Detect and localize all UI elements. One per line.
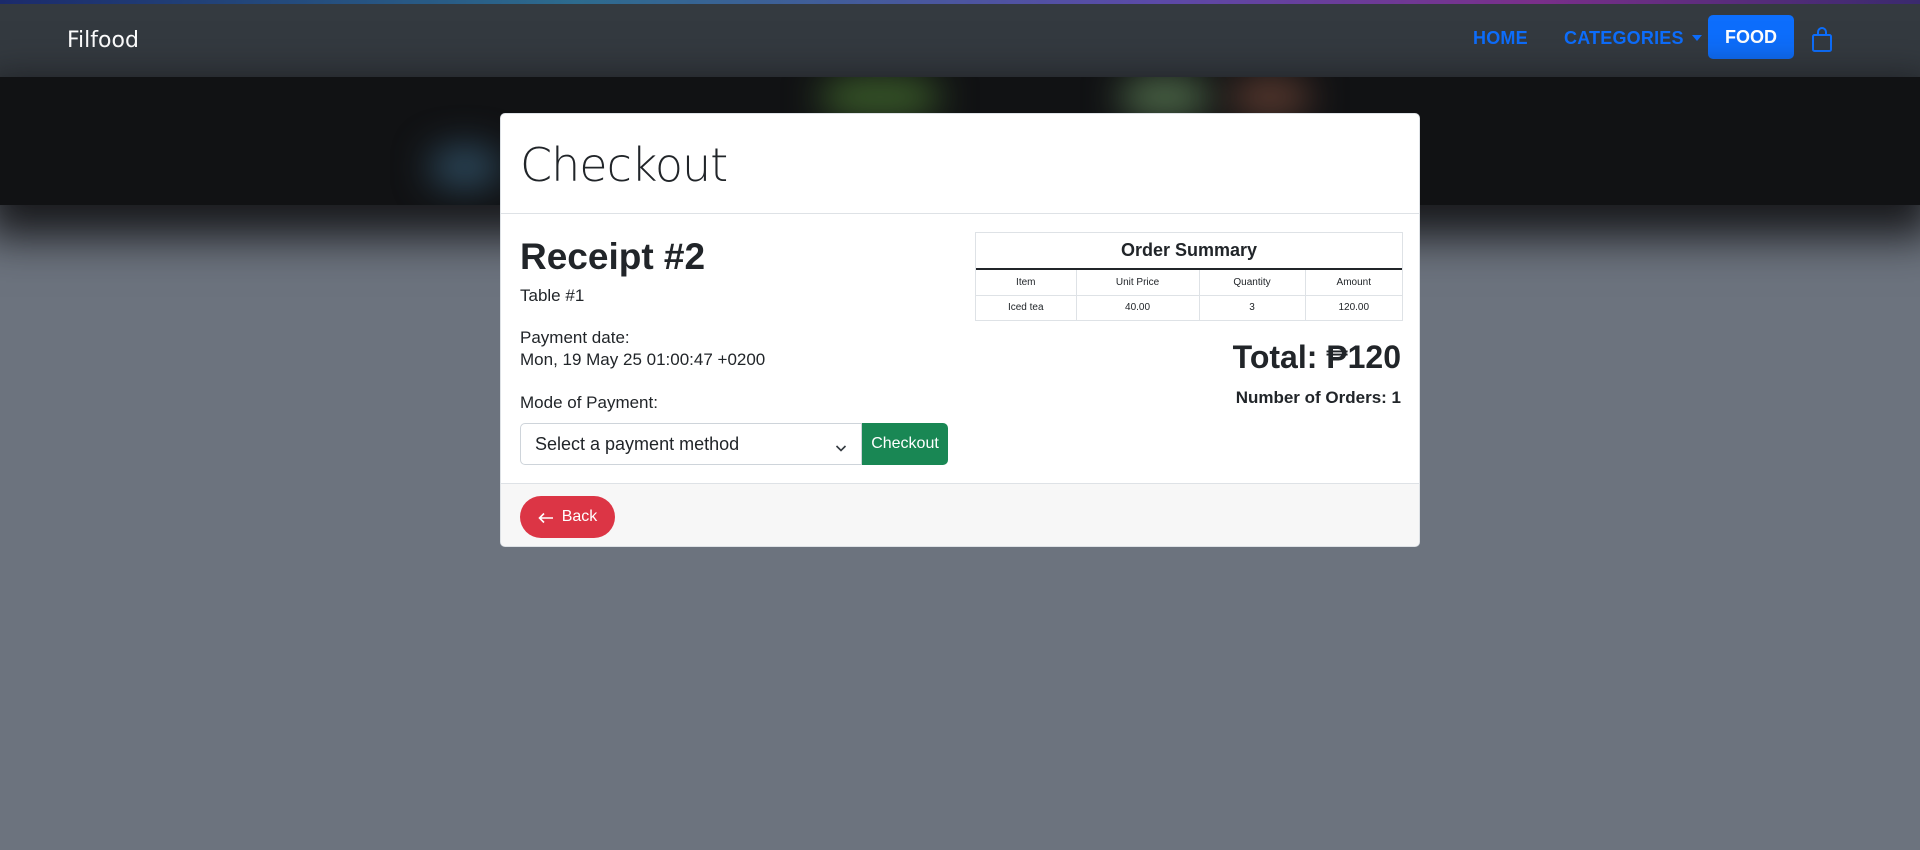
payment-date-value: Mon, 19 May 25 01:00:47 +0200 [520,350,766,369]
column-header-quantity: Quantity [1199,270,1306,296]
brand-logo[interactable]: Filfood [67,28,139,53]
chevron-down-icon [835,438,847,452]
column-header-unit-price: Unit Price [1076,270,1200,296]
arrow-left-icon [538,511,554,524]
table-number: Table #1 [520,286,585,305]
order-summary-title: Order Summary [976,233,1402,270]
mode-of-payment-label: Mode of Payment: [520,393,658,412]
cell-amount: 120.00 [1338,302,1370,314]
column-header-item: Item [976,270,1077,296]
payment-date-label: Payment date: [520,328,630,347]
column-header-amount: Amount [1305,270,1402,296]
nav-categories-label: CATEGORIES [1564,28,1684,48]
cell-quantity: 3 [1199,295,1306,320]
receipt-title: Receipt #2 [520,236,706,277]
checkout-card: Checkout Receipt #2 Table #1 Payment dat… [500,113,1420,547]
nav-home-link[interactable]: HOME [1473,28,1528,49]
shopping-bag-icon[interactable] [1811,27,1833,53]
order-summary: Order Summary Item Unit Price Quantity A… [975,232,1403,321]
table-header-row: Item Unit Price Quantity Amount [976,270,1402,296]
card-header: Checkout [501,114,1419,214]
hero-glow [820,77,940,117]
hero-glow [1120,77,1210,117]
caret-down-icon [1691,35,1702,41]
navbar: Filfood HOME CATEGORIES FOOD [0,4,1920,77]
payment-method-select[interactable]: Select a payment method [520,423,862,465]
nav-food-button[interactable]: FOOD [1708,15,1794,59]
page-title: Checkout [520,138,728,192]
card-footer: Back [501,483,1419,546]
checkout-button[interactable]: Checkout [862,423,948,465]
cell-item: Iced tea [976,295,1077,320]
cell-unit-price: 40.00 [1076,295,1200,320]
order-summary-table: Item Unit Price Quantity Amount Iced tea… [976,270,1402,320]
hero-glow [430,147,500,187]
payment-method-selected: Select a payment method [535,433,740,454]
back-button[interactable]: Back [520,496,615,538]
table-row: Iced tea 40.00 3 120.00 [976,295,1402,320]
nav-categories-dropdown[interactable]: CATEGORIES [1564,28,1702,49]
card-body: Receipt #2 Table #1 Payment date: Mon, 1… [501,214,1419,484]
back-button-label: Back [561,508,598,525]
hero-glow [1230,77,1310,117]
number-of-orders: Number of Orders: 1 [1235,388,1401,407]
order-total: Total: ₱120 [1232,339,1401,375]
